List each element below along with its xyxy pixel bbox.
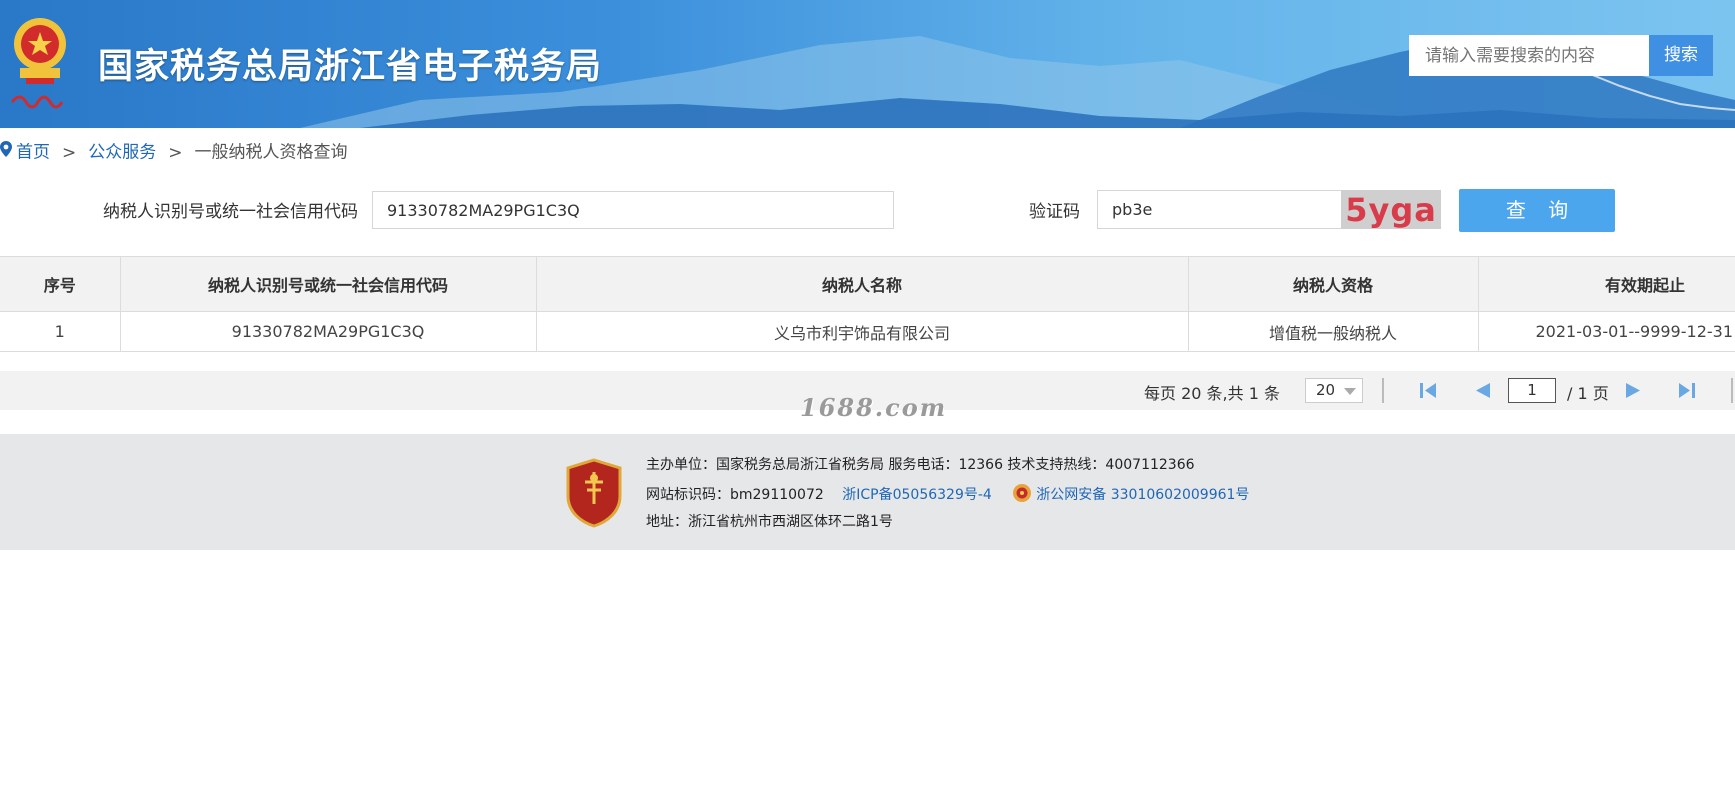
- breadcrumb-current: 一般纳税人资格查询: [194, 142, 348, 163]
- current-page-input[interactable]: 1: [1508, 378, 1556, 403]
- search-input[interactable]: [1409, 35, 1649, 76]
- taxpayer-id-label: 纳税人识别号或统一社会信用代码: [103, 202, 358, 222]
- col-header-qualification: 纳税人资格: [1187, 256, 1479, 312]
- tax-emblem[interactable]: [4, 10, 76, 114]
- cell-validity: 2021-03-01--9999-12-31: [1477, 311, 1735, 352]
- cell-taxpayer-name: 义乌市利宇饰品有限公司: [535, 311, 1189, 352]
- prev-page-icon[interactable]: [1472, 381, 1492, 400]
- party-government-badge[interactable]: [565, 458, 623, 528]
- pager-divider: [1382, 378, 1384, 403]
- cell-taxpayer-id: 91330782MA29PG1C3Q: [119, 311, 537, 352]
- captcha-label: 验证码: [1029, 202, 1080, 222]
- pager-divider: [1731, 378, 1733, 403]
- taxpayer-id-input[interactable]: [372, 191, 894, 229]
- captcha-text: 5yga: [1345, 191, 1437, 229]
- col-header-index: 序号: [0, 256, 121, 312]
- col-header-validity: 有效期起止: [1477, 256, 1735, 312]
- table-header-row: 序号 纳税人识别号或统一社会信用代码 纳税人名称 纳税人资格 有效期起止: [0, 256, 1735, 312]
- table-row: 1 91330782MA29PG1C3Q 义乌市利宇饰品有限公司 增值税一般纳税…: [0, 311, 1735, 352]
- police-record-link[interactable]: 浙公网安备 33010602009961号: [1036, 487, 1249, 503]
- search-button[interactable]: 搜索: [1649, 35, 1713, 76]
- breadcrumb-public-services-link[interactable]: 公众服务: [88, 143, 156, 163]
- query-button[interactable]: 查 询: [1459, 189, 1615, 232]
- col-header-taxpayer-name: 纳税人名称: [535, 256, 1189, 312]
- emblem-icon: [10, 18, 66, 109]
- first-page-icon[interactable]: [1418, 381, 1438, 400]
- cell-index: 1: [0, 311, 121, 352]
- last-page-icon[interactable]: [1677, 381, 1697, 400]
- shield-icon: [566, 458, 622, 528]
- police-badge-icon: [1012, 483, 1032, 507]
- cell-qualification: 增值税一般纳税人: [1187, 311, 1479, 352]
- page-size-value: 20: [1316, 381, 1336, 399]
- watermark: 1688.com: [800, 393, 948, 422]
- total-pages: / 1 页: [1567, 384, 1609, 403]
- site-title: 国家税务总局浙江省电子税务局: [98, 47, 603, 87]
- footer-site-id: 网站标识码：bm29110072: [646, 487, 824, 503]
- icp-link[interactable]: 浙ICP备05056329号-4: [842, 487, 992, 503]
- footer-ids-line: 网站标识码：bm29110072 浙ICP备05056329号-4 浙公网安备 …: [646, 483, 1249, 507]
- breadcrumb-home-link[interactable]: 首页: [16, 143, 50, 163]
- breadcrumb-separator: >: [62, 142, 77, 163]
- next-page-icon[interactable]: [1624, 381, 1644, 400]
- pagination-summary: 每页 20 条,共 1 条: [1144, 384, 1280, 403]
- footer-address: 地址：浙江省杭州市西湖区体环二路1号: [646, 514, 893, 530]
- captcha-input[interactable]: [1097, 190, 1342, 229]
- footer-sponsor-line: 主办单位：国家税务总局浙江省税务局 服务电话：12366 技术支持热线：4007…: [646, 457, 1195, 473]
- location-pin-icon: [0, 140, 12, 165]
- breadcrumb-separator: >: [168, 142, 183, 163]
- site-footer: 主办单位：国家税务总局浙江省税务局 服务电话：12366 技术支持热线：4007…: [0, 434, 1735, 550]
- col-header-taxpayer-id: 纳税人识别号或统一社会信用代码: [119, 256, 537, 312]
- site-header: 国家税务总局浙江省电子税务局 搜索: [0, 0, 1735, 128]
- breadcrumb: 首页 > 公众服务 > 一般纳税人资格查询: [0, 140, 348, 164]
- results-table: 序号 纳税人识别号或统一社会信用代码 纳税人名称 纳税人资格 有效期起止 1 9…: [0, 256, 1735, 352]
- captcha-image[interactable]: 5yga: [1341, 190, 1441, 229]
- chevron-down-icon: [1344, 388, 1356, 395]
- page-size-select[interactable]: 20: [1305, 378, 1363, 403]
